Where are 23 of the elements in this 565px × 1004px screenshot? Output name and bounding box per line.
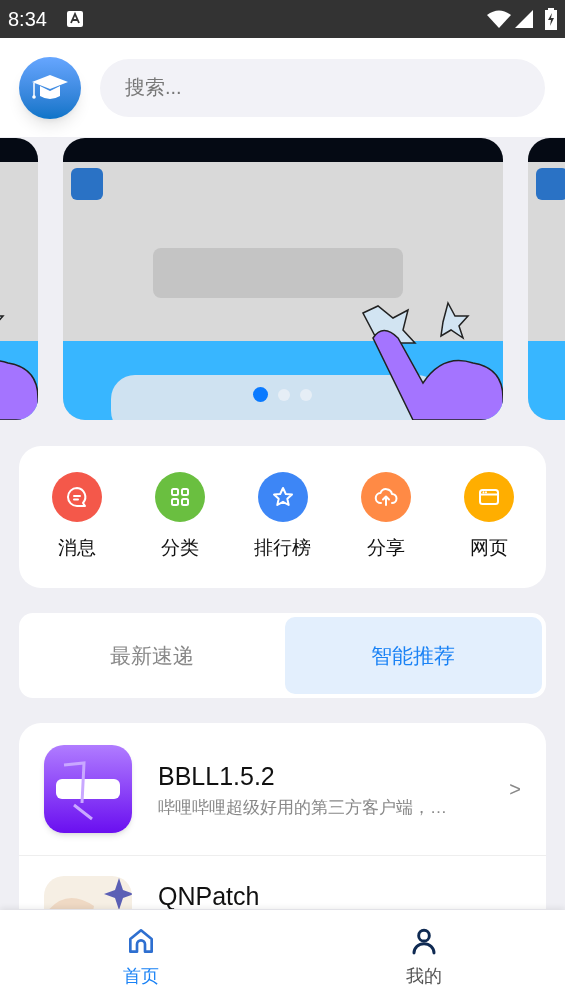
signal-icon: [515, 10, 533, 28]
star-icon: [270, 484, 295, 509]
shortcut-label: 网页: [469, 535, 508, 560]
chevron-text: >: [509, 777, 521, 802]
avatar[interactable]: [19, 56, 81, 119]
tab[interactable]: 最新速递: [23, 617, 281, 694]
shortcut-label: 分类: [160, 535, 199, 560]
shortcut-label: 分享: [366, 535, 405, 560]
app-description: 哔哩哔哩超级好用的第三方客户端，…: [158, 797, 448, 819]
nav-tab[interactable]: 我的: [282, 910, 565, 1004]
keyboard-a-icon: [66, 11, 83, 27]
search-field[interactable]: 搜索...: [100, 58, 545, 117]
shortcut-label: 消息: [57, 535, 96, 560]
app-icon: [44, 745, 132, 833]
nav-tab[interactable]: 首页: [0, 910, 283, 1004]
status-time: 8:34: [8, 7, 47, 32]
wifi-icon: [487, 10, 511, 28]
battery-icon: [545, 8, 557, 30]
chat-bubble-icon: [64, 484, 89, 509]
shortcut-label: 排行榜: [254, 535, 311, 560]
app-name: QNPatch: [158, 881, 261, 909]
app-name: BBLL1.5.2: [158, 760, 276, 792]
app-list-item[interactable]: BBLL1.5.2 哔哩哔哩超级好用的第三方客户端，… >: [19, 723, 546, 856]
